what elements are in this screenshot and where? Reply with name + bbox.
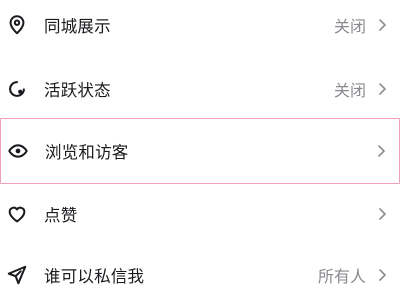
send-icon	[6, 264, 28, 286]
location-pin-icon	[6, 14, 28, 36]
setting-label: 活跃状态	[44, 81, 111, 100]
heart-icon	[6, 203, 28, 225]
setting-row-browsing-visitors[interactable]: 浏览和访客	[0, 118, 400, 184]
setting-label: 谁可以私信我	[44, 267, 145, 286]
chevron-right-icon	[376, 81, 388, 97]
setting-row-likes[interactable]: 点赞	[0, 186, 400, 242]
activity-status-icon	[6, 78, 28, 100]
setting-row-who-can-message[interactable]: 谁可以私信我 所有人	[0, 247, 400, 300]
setting-label: 同城展示	[44, 17, 111, 36]
chevron-right-icon	[376, 206, 388, 222]
setting-value: 关闭	[333, 81, 366, 100]
setting-value: 关闭	[333, 17, 366, 36]
privacy-settings-list: 同城展示 关闭 活跃状态 关闭 浏览和访客 点赞 谁可以私信我 所有人	[0, 0, 400, 300]
eye-icon	[7, 140, 29, 162]
setting-label: 浏览和访客	[45, 143, 129, 162]
setting-row-nearby-display[interactable]: 同城展示 关闭	[0, 0, 400, 53]
setting-value: 所有人	[317, 267, 366, 286]
chevron-right-icon	[376, 267, 388, 283]
chevron-right-icon	[376, 17, 388, 33]
setting-row-active-status[interactable]: 活跃状态 关闭	[0, 61, 400, 117]
setting-label: 点赞	[44, 206, 78, 225]
chevron-right-icon	[375, 143, 387, 159]
